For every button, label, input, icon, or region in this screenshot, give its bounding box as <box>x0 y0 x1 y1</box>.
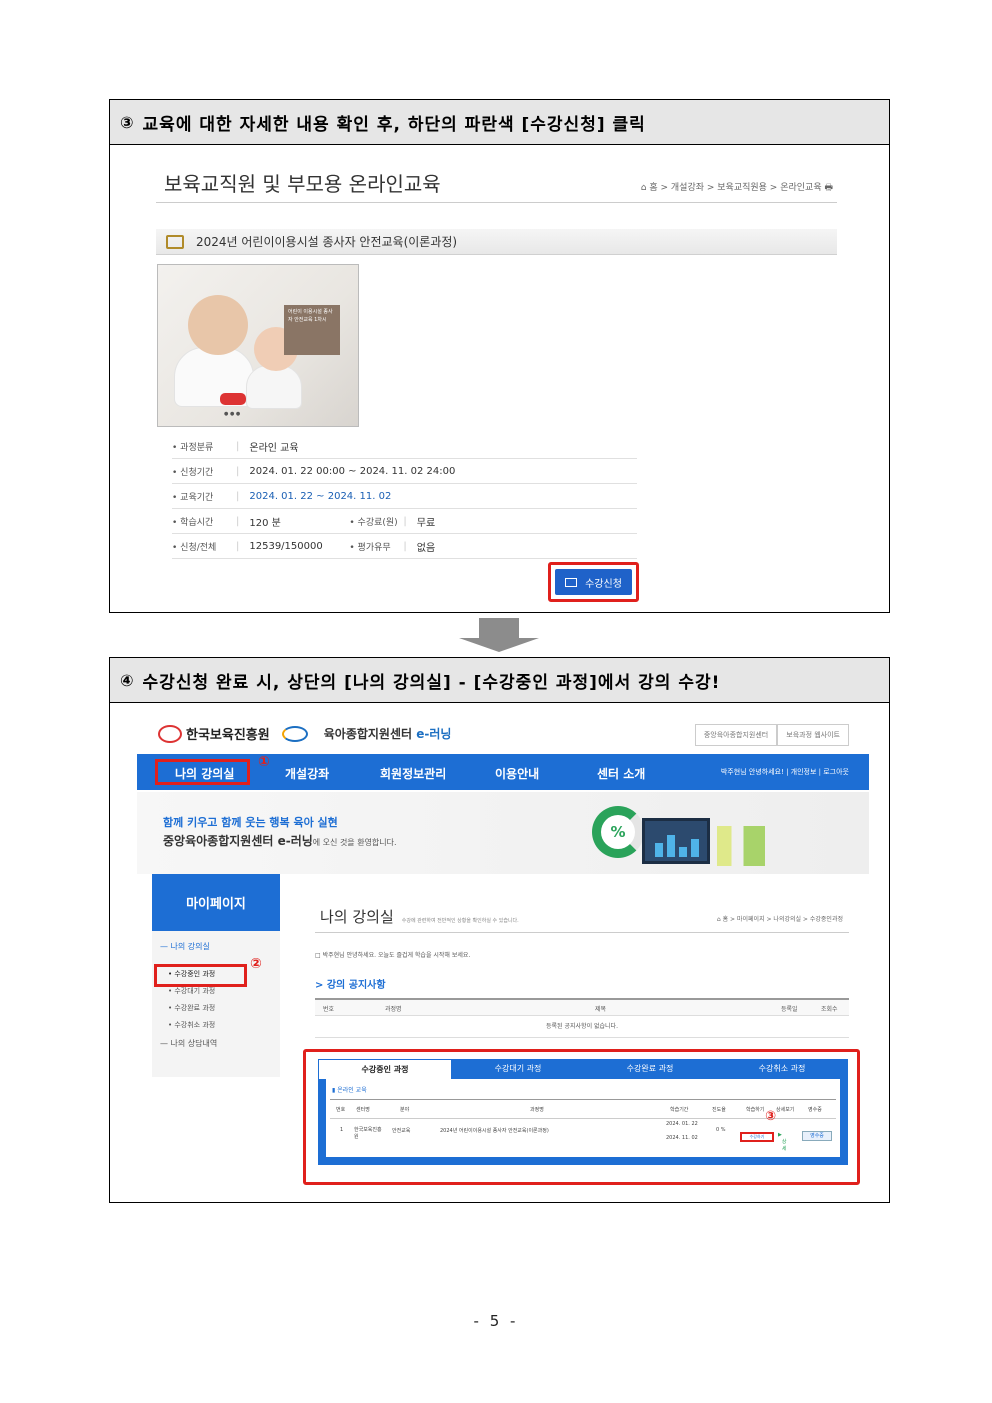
top-links: 중앙육아종합지원센터 보육과정 웹사이트 <box>694 724 849 746</box>
marker-1: ① <box>258 754 270 770</box>
study-button[interactable]: 수강하기 <box>740 1132 774 1142</box>
book-icon <box>166 234 184 249</box>
books-icon <box>717 826 765 866</box>
step4-number: ④ <box>120 670 135 690</box>
table-header: 번호 센터명 분야 과정명 학습기간 진도율 학습하기 상세보기 영수증 <box>330 1099 836 1119</box>
info-row-study-time: • 학습시간 | 120 분 • 수강료(원) | 무료 <box>172 509 637 534</box>
content-breadcrumb: ⌂ 홈 > 마이페이지 > 나의강의실 > 수강중인과정 <box>716 916 843 923</box>
sidebar-item-completed[interactable]: • 수강완료 과정 <box>168 1003 215 1013</box>
percent-chart-icon: % <box>592 806 644 858</box>
banner-slogan: 함께 키우고 함께 웃는 행복 육아 실현 <box>163 816 338 829</box>
top-link-center[interactable]: 중앙육아종합지원센터 <box>694 724 778 746</box>
tab-completed[interactable]: 수강완료 과정 <box>584 1059 716 1079</box>
down-arrow-icon <box>479 618 519 638</box>
step3-box: ③ 교육에 대한 자세한 내용 확인 후, 하단의 파란색 [수강신청] 클릭 … <box>109 99 890 613</box>
nav-member-info[interactable]: 회원정보관리 <box>380 765 446 782</box>
sidebar-group-consult[interactable]: — 나의 상담내역 <box>160 1038 217 1049</box>
info-row-category: • 과정분류 | 온라인 교육 <box>172 434 637 459</box>
step4-title: 수강신청 완료 시, 상단의 [나의 강의실] - [수강중인 과정]에서 강의… <box>142 672 721 693</box>
notice-empty: 등록된 공지사항이 없습니다. <box>315 1016 849 1038</box>
user-menu[interactable]: 박주현님 안녕하세요! | 개인정보 | 로그아웃 <box>721 767 849 777</box>
nav-courses[interactable]: 개설강좌 <box>285 765 329 782</box>
sidebar-group-classroom[interactable]: — 나의 강의실 <box>160 941 210 952</box>
welcome-banner: 함께 키우고 함께 웃는 행복 육아 실현 중앙육아종합지원센터 e-러닝에 오… <box>137 792 869 874</box>
page-number: - 5 - <box>473 1312 519 1330</box>
breadcrumb: ⌂ 홈 > 개설강좌 > 보육교직원용 > 온라인교육 🖶 <box>640 183 834 193</box>
tab-in-progress[interactable]: 수강중인 과정 <box>318 1059 452 1079</box>
category-label: ▮ 온라인 교육 <box>332 1087 367 1094</box>
monitor-chart-icon <box>642 818 710 864</box>
center-logo-icon <box>281 725 308 742</box>
tab-waiting[interactable]: 수강대기 과정 <box>452 1059 584 1079</box>
logo-kcpi: 한국보육진흥원 <box>186 728 270 743</box>
content-title: 나의 강의실 수강에 관련하여 전반적인 상황을 확인하실 수 있습니다. <box>320 908 519 926</box>
down-arrow-head <box>459 638 539 652</box>
step3-title: 교육에 대한 자세한 내용 확인 후, 하단의 파란색 [수강신청] 클릭 <box>142 114 646 135</box>
divider <box>156 202 837 203</box>
course-tabs: 수강중인 과정 수강대기 과정 수강완료 과정 수강취소 과정 <box>318 1059 848 1079</box>
sidebar-item-cancelled[interactable]: • 수강취소 과정 <box>168 1020 215 1030</box>
thumbnail-caption: 어린이 이용시설 종사자 안전교육 1차시 <box>284 305 340 355</box>
thumbnail-logos: ● ● ● <box>224 411 241 417</box>
notice-header: 번호 과정명 제목 등록일 조회수 <box>315 998 849 1016</box>
toy-car-icon <box>220 393 246 405</box>
info-row-apply-period: • 신청기간 | 2024. 01. 22 00:00 ~ 2024. 11. 0… <box>172 459 637 484</box>
highlight-my-classroom <box>155 759 250 785</box>
top-link-curriculum[interactable]: 보육과정 웹사이트 <box>777 724 849 746</box>
marker-3: ③ <box>765 1109 777 1124</box>
step4-box: ④ 수강신청 완료 시, 상단의 [나의 강의실] - [수강중인 과정]에서 … <box>109 657 890 1203</box>
tab-cancelled[interactable]: 수강취소 과정 <box>716 1059 848 1079</box>
monitor-icon <box>565 577 578 587</box>
step3-number: ③ <box>120 112 135 132</box>
page-title: 보육교직원 및 부모용 온라인교육 <box>164 172 441 196</box>
apply-highlight: 수강신청 <box>548 562 639 602</box>
banner-welcome: 중앙육아종합지원센터 e-러닝에 오신 것을 환영합니다. <box>163 834 397 848</box>
nav-guide[interactable]: 이용안내 <box>495 765 539 782</box>
step3-header: ③ 교육에 대한 자세한 내용 확인 후, 하단의 파란색 [수강신청] 클릭 <box>110 100 889 145</box>
marker-2: ② <box>250 956 262 972</box>
highlight-in-progress <box>154 964 247 987</box>
detail-button[interactable]: ▶ 상세 <box>778 1132 786 1152</box>
site-logos: 한국보육진흥원 육아종합지원센터 e-러닝 <box>158 724 451 743</box>
print-icon: 🖶 <box>824 183 834 193</box>
info-row-edu-period: • 교육기간 | 2024. 01. 22 ~ 2024. 11. 02 <box>172 484 637 509</box>
course-thumbnail: 어린이 이용시설 종사자 안전교육 1차시 ● ● ● <box>157 264 359 427</box>
mypage-title: 마이페이지 <box>152 874 280 931</box>
notice-title: > 강의 공지사항 <box>315 980 386 991</box>
step4-header: ④ 수강신청 완료 시, 상단의 [나의 강의실] - [수강중인 과정]에서 … <box>110 658 889 703</box>
content-divider <box>315 932 849 933</box>
sidebar-item-waiting[interactable]: • 수강대기 과정 <box>168 986 215 996</box>
course-title: 2024년 어린이이용시설 종사자 안전교육(이론과정) <box>196 235 458 249</box>
nav-center-intro[interactable]: 센터 소개 <box>597 765 645 782</box>
info-row-apply-total: • 신청/전체 | 12539/150000 • 평가유무 | 없음 <box>172 534 637 559</box>
apply-button[interactable]: 수강신청 <box>555 569 632 595</box>
sidebar: — 나의 강의실 • 수강중인 과정 • 수강대기 과정 • 수강완료 과정 •… <box>152 931 280 1077</box>
greeting: □ 박주현님 안녕하세요. 오늘도 즐겁게 학습을 시작해 보세요. <box>315 952 471 959</box>
table-row: 1 한국보육진흥원 안전교육 2024년 어린이이용시설 종사자 안전교육(이론… <box>330 1121 836 1152</box>
receipt-button[interactable]: 영수증 <box>802 1131 832 1141</box>
course-title-bar: 2024년 어린이이용시설 종사자 안전교육(이론과정) <box>156 229 837 255</box>
kcpi-logo-icon <box>158 724 182 743</box>
